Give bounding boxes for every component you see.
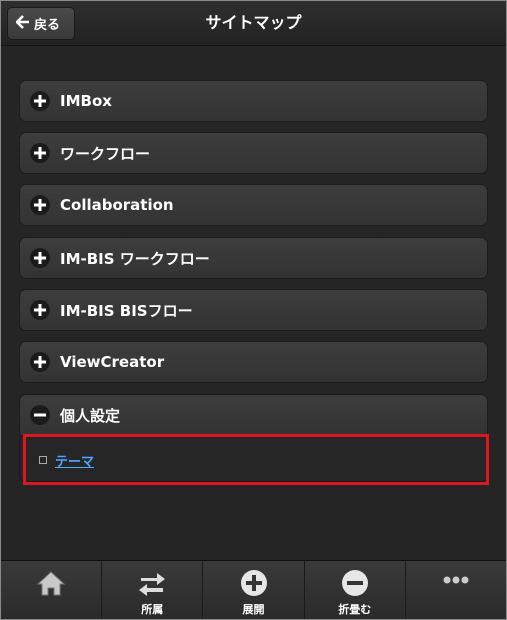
swap-icon — [137, 569, 167, 600]
list-bullet — [39, 456, 47, 464]
footer-button-label: 所属 — [141, 603, 164, 616]
minus-circle-icon — [341, 569, 369, 600]
footer-button-label: 折畳む — [338, 603, 372, 616]
app-frame: サイトマップ 戻る IMBox ワークフロー Collaboration IM-… — [0, 0, 507, 620]
sitemap-item-collaboration[interactable]: Collaboration — [19, 184, 488, 226]
home-button[interactable] — [1, 561, 103, 619]
sitemap-item-label: IMBox — [60, 92, 112, 110]
more-button[interactable] — [406, 561, 506, 619]
affiliation-button[interactable]: 所属 — [102, 561, 204, 619]
back-button-label: 戻る — [34, 18, 61, 33]
more-icon — [443, 575, 469, 588]
plus-icon — [30, 91, 50, 111]
plus-icon — [30, 248, 50, 268]
sitemap-item-imbox[interactable]: IMBox — [19, 80, 488, 122]
sitemap-item-label: IM-BIS ワークフロー — [60, 249, 210, 268]
sitemap-item-personal-settings[interactable]: 個人設定 — [19, 394, 488, 436]
sitemap-item-viewcreator[interactable]: ViewCreator — [19, 341, 488, 383]
sitemap-item-workflow[interactable]: ワークフロー — [19, 132, 488, 174]
home-icon — [36, 569, 66, 600]
back-button[interactable]: 戻る — [7, 7, 75, 40]
sitemap-item-label: ワークフロー — [60, 144, 151, 163]
theme-link[interactable]: テーマ — [55, 451, 94, 470]
sitemap-item-label: Collaboration — [60, 196, 174, 214]
sitemap-item-label: ViewCreator — [60, 353, 165, 371]
footer-toolbar: 所属 展開 折畳む — [1, 560, 506, 619]
sitemap-item-label: 個人設定 — [60, 406, 121, 425]
arrow-left-icon — [15, 15, 30, 32]
footer-button-label: 展開 — [242, 603, 265, 616]
minus-icon — [30, 405, 50, 425]
plus-circle-icon — [240, 569, 268, 600]
plus-icon — [30, 352, 50, 372]
collapse-all-button[interactable]: 折畳む — [305, 561, 406, 619]
header-bar: サイトマップ 戻る — [1, 1, 506, 46]
plus-icon — [30, 143, 50, 163]
plus-icon — [30, 300, 50, 320]
plus-icon — [30, 195, 50, 215]
page-title: サイトマップ — [205, 13, 302, 32]
expand-all-button[interactable]: 展開 — [203, 561, 305, 619]
sitemap-item-label: IM-BIS BISフロー — [60, 301, 193, 320]
sitemap-item-imbis-workflow[interactable]: IM-BIS ワークフロー — [19, 237, 488, 279]
sitemap-item-imbis-bisflow[interactable]: IM-BIS BISフロー — [19, 289, 488, 331]
